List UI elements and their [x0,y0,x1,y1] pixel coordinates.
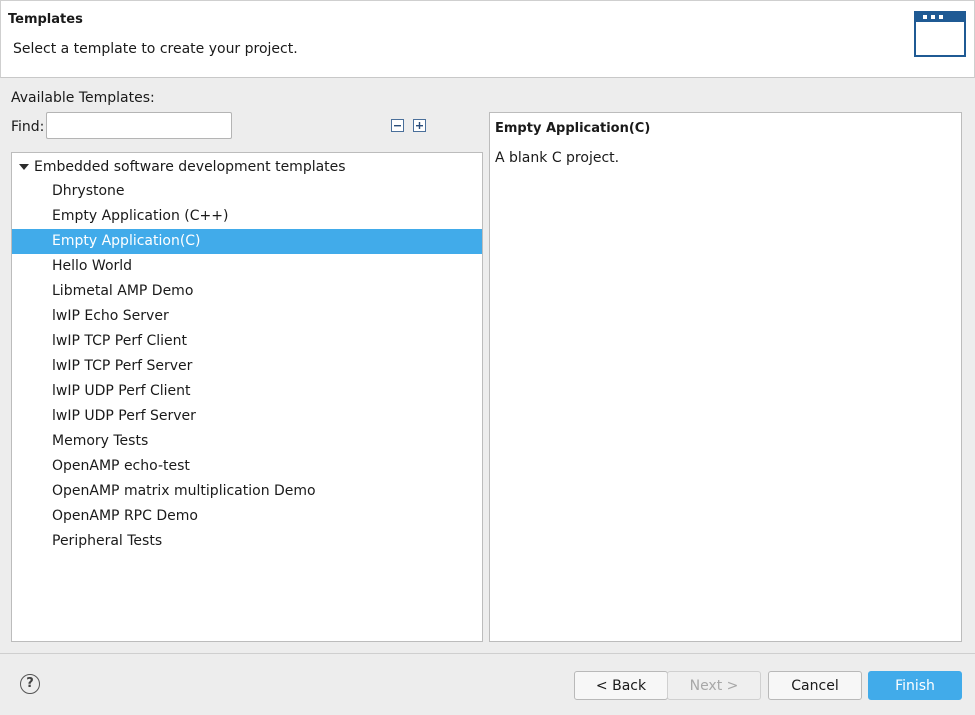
help-icon[interactable]: ? [20,674,40,694]
cancel-button[interactable]: Cancel [768,671,862,700]
find-input[interactable] [46,112,232,139]
page-title: Templates [8,12,83,27]
template-item[interactable]: OpenAMP matrix multiplication Demo [12,479,482,504]
footer-separator [0,653,975,654]
expand-all-icon[interactable] [413,119,426,132]
wizard-header: Templates Select a template to create yo… [0,0,975,78]
description-text: A blank C project. [495,150,620,166]
back-button[interactable]: < Back [574,671,668,700]
template-item[interactable]: lwIP UDP Perf Server [12,404,482,429]
tree-root-label: Embedded software development templates [34,159,346,175]
template-item[interactable]: Empty Application (C++) [12,204,482,229]
wizard-window-icon [914,11,966,57]
collapse-all-icon[interactable] [391,119,404,132]
template-list: Dhrystone Empty Application (C++) Empty … [12,179,482,554]
template-item[interactable]: Peripheral Tests [12,529,482,554]
template-item[interactable]: lwIP UDP Perf Client [12,379,482,404]
template-item[interactable]: lwIP TCP Perf Client [12,329,482,354]
page-description: Select a template to create your project… [13,41,298,57]
template-item[interactable]: Libmetal AMP Demo [12,279,482,304]
templates-tree[interactable]: Embedded software development templates … [11,152,483,642]
available-templates-label: Available Templates: [11,90,155,106]
find-label: Find: [11,119,45,135]
description-title: Empty Application(C) [495,121,651,136]
template-item-selected[interactable]: Empty Application(C) [12,229,482,254]
template-item[interactable]: lwIP Echo Server [12,304,482,329]
template-item[interactable]: Memory Tests [12,429,482,454]
template-item[interactable]: Hello World [12,254,482,279]
next-button[interactable]: Next > [667,671,761,700]
template-description-panel: Empty Application(C) A blank C project. [489,112,962,642]
template-item[interactable]: Dhrystone [12,179,482,204]
expand-arrow-icon[interactable] [19,164,29,170]
template-item[interactable]: lwIP TCP Perf Server [12,354,482,379]
finish-button[interactable]: Finish [868,671,962,700]
tree-root-node[interactable]: Embedded software development templates [12,155,482,179]
template-item[interactable]: OpenAMP RPC Demo [12,504,482,529]
template-item[interactable]: OpenAMP echo-test [12,454,482,479]
